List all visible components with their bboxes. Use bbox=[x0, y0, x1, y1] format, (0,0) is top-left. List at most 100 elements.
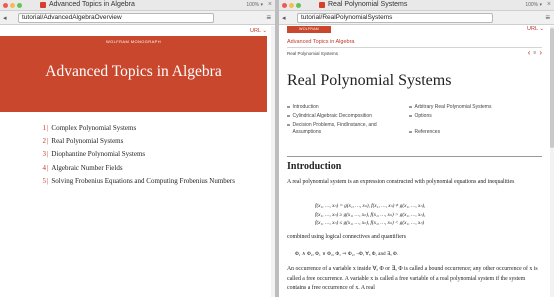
table-of-contents: 1 | Complex Polynomial Systems 2 | Real Poly… bbox=[40, 121, 235, 188]
right-title-bar: Real Polynomial Systems 100% ▾ × bbox=[279, 0, 554, 11]
toc-number: 1 bbox=[42, 123, 47, 132]
left-zoom-indicator[interactable]: 100% ▾ bbox=[246, 2, 263, 8]
page-title: Real Polynomial Systems bbox=[287, 72, 452, 89]
section-link-label[interactable]: Introduction bbox=[293, 104, 319, 110]
section-link[interactable]: Decision Problems, FindInstance, and bbox=[287, 122, 377, 128]
left-url-field[interactable]: tutorial/AdvancedAlgebraOverview bbox=[18, 13, 214, 23]
right-scrollbar[interactable] bbox=[550, 26, 554, 297]
window-controls bbox=[3, 3, 22, 8]
toc-label[interactable]: Real Polynomial Systems bbox=[51, 137, 123, 145]
next-page-icon[interactable]: › bbox=[539, 49, 542, 57]
right-tab-title: Real Polynomial Systems bbox=[328, 1, 408, 8]
toc-separator: | bbox=[47, 123, 49, 132]
page-menu-icon[interactable]: ≡ bbox=[533, 49, 536, 57]
bullet-icon bbox=[287, 114, 290, 118]
toc-separator: | bbox=[47, 150, 49, 159]
left-back-icon[interactable]: ◂ bbox=[3, 14, 7, 22]
right-browser-window: Real Polynomial Systems 100% ▾ × ◂ tutor… bbox=[279, 0, 554, 297]
section-link-label[interactable]: Options bbox=[415, 113, 432, 119]
toc-item[interactable]: 5 | Solving Frobenius Equations and Comput… bbox=[40, 175, 235, 188]
right-close-icon[interactable]: × bbox=[547, 1, 551, 9]
chevron-down-icon: ⌄ bbox=[262, 28, 267, 34]
right-back-icon[interactable]: ◂ bbox=[282, 14, 286, 22]
left-title-bar: Advanced Topics in Algebra 100% ▾ × bbox=[0, 0, 275, 11]
toc-item[interactable]: 4 | Algebraic Number Fields bbox=[40, 161, 235, 174]
toc-separator: | bbox=[47, 137, 49, 146]
formula-block: f(x₁, …, xₙ) = g(x₁, …, xₙ), f(x₁, …, xₙ… bbox=[315, 202, 425, 228]
occurrence-paragraph: An occurrence of a variable x inside ∀ₓ … bbox=[287, 266, 538, 291]
previous-page-icon[interactable]: ‹ bbox=[528, 49, 531, 57]
toc-number: 2 bbox=[42, 137, 47, 146]
toc-separator: | bbox=[47, 163, 49, 172]
toc-label[interactable]: Complex Polynomial Systems bbox=[51, 124, 136, 132]
formula-line: f(x₁, …, xₙ) ≥ g(x₁, …, xₙ), f(x₁, …, xₙ… bbox=[315, 211, 426, 218]
toc-item[interactable]: 1 | Complex Polynomial Systems bbox=[40, 121, 235, 134]
toc-separator: | bbox=[47, 177, 49, 186]
minimize-window-button[interactable] bbox=[10, 3, 15, 8]
toc-label[interactable]: Diophantine Polynomial Systems bbox=[51, 150, 145, 158]
right-tab[interactable]: Real Polynomial Systems bbox=[319, 1, 407, 8]
monograph-label: WOLFRAM MONOGRAPH bbox=[105, 39, 162, 44]
close-window-button[interactable] bbox=[282, 3, 287, 8]
right-url-link[interactable]: URL ⌄ bbox=[527, 26, 544, 32]
maximize-window-button[interactable] bbox=[296, 3, 301, 8]
bullet-icon bbox=[287, 105, 290, 109]
wolfram-favicon-icon bbox=[40, 1, 46, 8]
right-toolbar: ◂ tutorial/RealPolynomialSystems ≡ bbox=[279, 11, 554, 25]
toc-number: 4 bbox=[42, 163, 47, 172]
section-link-label[interactable]: Cylindrical Algebraic Decomposition bbox=[293, 113, 372, 119]
close-window-button[interactable] bbox=[3, 3, 8, 8]
toc-label[interactable]: Algebraic Number Fields bbox=[51, 164, 122, 172]
scroll-thumb[interactable] bbox=[550, 28, 554, 148]
left-toolbar: ◂ tutorial/AdvancedAlgebraOverview ≡ bbox=[0, 11, 275, 25]
intro-heading: Introduction bbox=[287, 161, 342, 172]
right-page-content: WOLFRAM MONOGRAPH URL ⌄ Advanced Topics … bbox=[279, 26, 550, 297]
book-title: Advanced Topics in Algebra bbox=[45, 63, 222, 80]
section-link[interactable]: Introduction bbox=[287, 104, 319, 110]
book-banner: WOLFRAM MONOGRAPH Advanced Topics in Alg… bbox=[0, 36, 267, 112]
section-link-label[interactable]: Decision Problems, FindInstance, and bbox=[293, 122, 377, 128]
section-link[interactable]: References bbox=[409, 129, 440, 135]
section-link[interactable]: Arbitrary Real Polynomial Systems bbox=[409, 104, 491, 110]
toc-number: 3 bbox=[42, 150, 47, 159]
section-divider bbox=[287, 156, 542, 157]
section-link[interactable]: Options bbox=[409, 113, 432, 119]
left-tab[interactable]: Advanced Topics in Algebra bbox=[40, 1, 135, 8]
left-menu-icon[interactable]: ≡ bbox=[266, 13, 271, 22]
book-title-link[interactable]: Advanced Topics in Algebra bbox=[287, 39, 354, 45]
section-link-continuation[interactable]: Assumptions bbox=[293, 129, 322, 135]
formula-line: f(x₁, …, xₙ) ≤ g(x₁, …, xₙ), f(x₁, …, xₙ… bbox=[315, 220, 425, 226]
section-link[interactable]: Cylindrical Algebraic Decomposition bbox=[287, 113, 372, 119]
window-controls bbox=[282, 3, 301, 8]
left-url-link[interactable]: URL ⌄ bbox=[0, 26, 271, 36]
toc-item[interactable]: 3 | Diophantine Polynomial Systems bbox=[40, 148, 235, 161]
connectives-paragraph: combined using logical connectives and q… bbox=[287, 234, 406, 240]
monograph-tag[interactable]: WOLFRAM MONOGRAPH bbox=[287, 26, 331, 38]
breadcrumb: Real Polynomial Systems bbox=[287, 51, 339, 56]
toc-number: 5 bbox=[42, 177, 47, 186]
chevron-down-icon: ⌄ bbox=[539, 26, 544, 32]
right-url-field[interactable]: tutorial/RealPolynomialSystems bbox=[297, 13, 493, 23]
bullet-icon bbox=[409, 114, 412, 118]
toc-item[interactable]: 2 | Real Polynomial Systems bbox=[40, 134, 235, 147]
minimize-window-button[interactable] bbox=[289, 3, 294, 8]
section-link-label[interactable]: Arbitrary Real Polynomial Systems bbox=[415, 104, 492, 110]
wolfram-favicon-icon bbox=[319, 1, 325, 8]
right-menu-icon[interactable]: ≡ bbox=[545, 13, 550, 22]
right-zoom-indicator[interactable]: 100% ▾ bbox=[525, 2, 542, 8]
bullet-icon bbox=[409, 130, 412, 134]
toc-label[interactable]: Solving Frobenius Equations and Computin… bbox=[51, 177, 235, 185]
section-link-label[interactable]: References bbox=[415, 129, 441, 135]
left-close-icon[interactable]: × bbox=[268, 1, 272, 9]
left-browser-window: Advanced Topics in Algebra 100% ▾ × ◂ tu… bbox=[0, 0, 275, 297]
header-divider bbox=[287, 47, 542, 48]
maximize-window-button[interactable] bbox=[17, 3, 22, 8]
intro-paragraph: A real polynomial system is an expressio… bbox=[287, 179, 515, 185]
connectives-formula: Φ₁ ∧ Φ₂, Φ₁ ∨ Φ₂, Φ₁ ⇒ Φ₂, ¬Φ, ∀ₓ Φ, and… bbox=[295, 251, 399, 257]
section-link-label[interactable]: Assumptions bbox=[293, 129, 322, 135]
bullet-icon bbox=[409, 105, 412, 109]
left-page-content: URL ⌄ WOLFRAM MONOGRAPH Advanced Topics … bbox=[0, 26, 271, 297]
page-navigator: ‹ ≡ › bbox=[528, 49, 542, 57]
left-tab-title: Advanced Topics in Algebra bbox=[49, 1, 135, 8]
bullet-icon bbox=[287, 123, 290, 127]
